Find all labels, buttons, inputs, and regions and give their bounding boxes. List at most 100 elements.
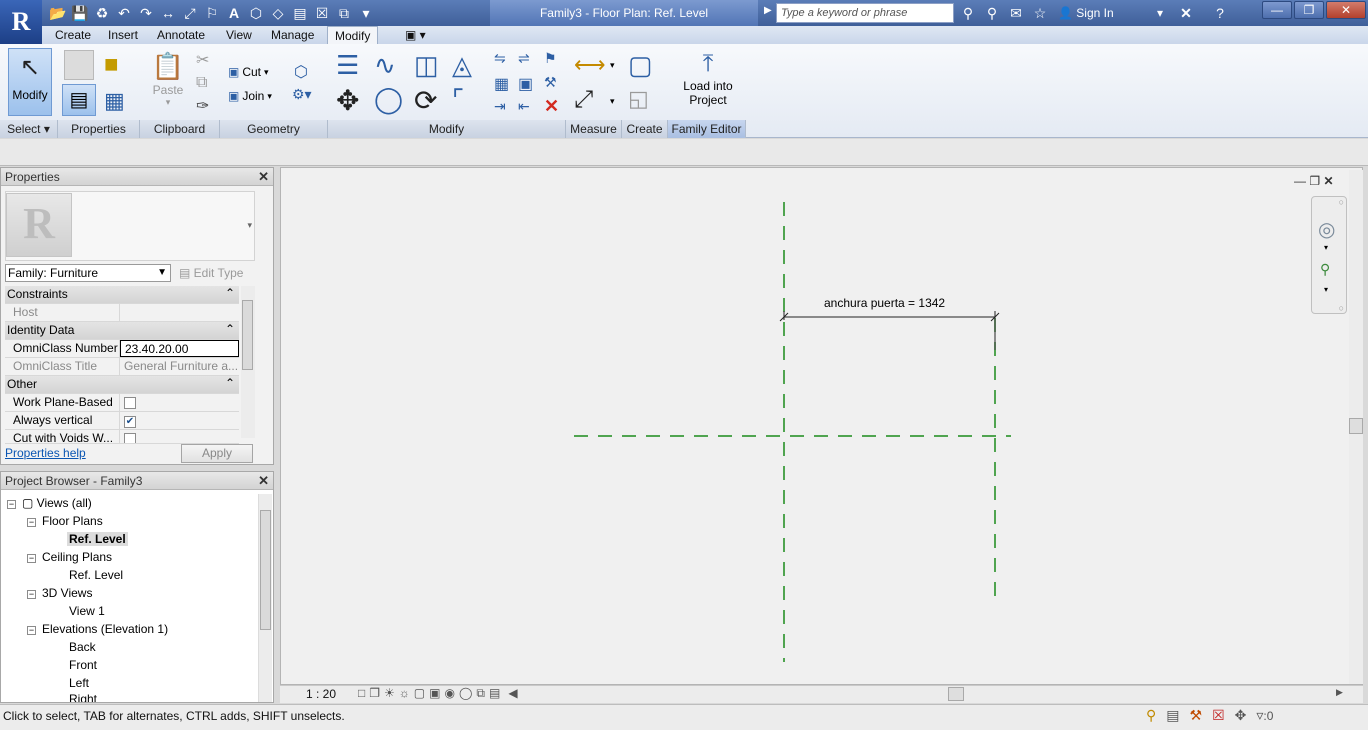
edit-type-button[interactable]: ▤ Edit Type bbox=[179, 264, 243, 282]
communication-icon[interactable]: ✉ bbox=[1006, 3, 1026, 23]
tree-node-ceiling-plans[interactable]: − Ceiling Plans bbox=[5, 548, 257, 566]
qat-dropdown-icon[interactable]: ▾ bbox=[356, 3, 376, 23]
array-icon[interactable]: ▦ bbox=[494, 74, 509, 94]
restore-view-icon[interactable]: ❐ bbox=[1309, 174, 1320, 188]
open-icon[interactable]: 📂 bbox=[48, 3, 68, 23]
zoom-icon[interactable]: ⚲ bbox=[1320, 261, 1330, 278]
steering-wheel-icon[interactable]: ◎ bbox=[1318, 217, 1335, 242]
group-identity-data[interactable]: Identity Data ⌃ bbox=[5, 322, 239, 340]
show-crop-region-icon[interactable]: ▣ bbox=[429, 686, 440, 701]
property-row[interactable]: Cut with Voids W... bbox=[5, 430, 239, 444]
close-view-icon[interactable]: ✕ bbox=[1323, 174, 1333, 188]
cut-with-voids-checkbox[interactable] bbox=[124, 433, 136, 443]
move-icon[interactable]: ✥ bbox=[336, 84, 359, 117]
scroll-left-icon[interactable]: ◀ bbox=[508, 686, 517, 701]
trim-extend-single-icon[interactable]: ⇥ bbox=[494, 98, 506, 115]
copy-element-icon[interactable]: ◯ bbox=[374, 84, 403, 115]
undo-icon[interactable]: ↶ bbox=[114, 3, 134, 23]
reference-planes[interactable] bbox=[574, 202, 1011, 662]
collapse-icon[interactable]: − bbox=[27, 590, 36, 599]
minimize-button[interactable]: — bbox=[1262, 1, 1292, 19]
help-icon[interactable]: ? bbox=[1210, 3, 1230, 23]
cut-geometry-button[interactable]: ▣ Cut ▾ bbox=[228, 62, 269, 82]
property-row[interactable]: Host bbox=[5, 304, 239, 322]
pin-icon[interactable]: ⚒ bbox=[544, 74, 557, 91]
modify-button[interactable]: ↖ Modify bbox=[8, 48, 52, 116]
apply-button[interactable]: Apply bbox=[181, 444, 253, 463]
tab-modify[interactable]: Modify bbox=[327, 26, 379, 44]
dimension-icon[interactable]: ⤢ bbox=[180, 3, 200, 23]
properties-toggle-icon[interactable]: ▤ bbox=[62, 84, 96, 116]
view-scale[interactable]: 1 : 20 bbox=[306, 686, 346, 702]
property-row[interactable]: OmniClass Title General Furniture a... bbox=[5, 358, 239, 376]
drag-elements-icon[interactable]: ✥ bbox=[1235, 707, 1247, 724]
collapse-icon[interactable]: − bbox=[27, 518, 36, 527]
scrollbar-thumb[interactable] bbox=[242, 300, 253, 370]
tree-node-ceiling-plan-ref-level[interactable]: Ref. Level bbox=[5, 566, 257, 584]
measure-dropdown-icon[interactable]: ▾ bbox=[610, 60, 615, 71]
select-underlay-icon[interactable]: ▤ bbox=[1166, 707, 1179, 724]
always-vertical-checkbox[interactable]: ✔ bbox=[124, 416, 136, 428]
property-row[interactable]: Work Plane-Based bbox=[5, 394, 239, 412]
sync-icon[interactable]: ♻ bbox=[92, 3, 112, 23]
vertical-scroll-thumb[interactable] bbox=[1349, 418, 1363, 434]
rotate-icon[interactable]: ⟳ bbox=[414, 84, 437, 117]
property-row[interactable]: Always vertical ✔ bbox=[5, 412, 239, 430]
detail-level-icon[interactable]: □ bbox=[358, 686, 365, 701]
exchange-apps-icon[interactable]: ✕ bbox=[1176, 3, 1196, 23]
tab-manage[interactable]: Manage bbox=[264, 26, 321, 44]
temporary-view-properties-icon[interactable]: ⧉ bbox=[476, 686, 485, 701]
cut-scissors-icon[interactable]: ✂ bbox=[196, 50, 209, 70]
application-menu-button[interactable]: R bbox=[0, 0, 42, 44]
copy-icon[interactable]: ⧉ bbox=[196, 74, 207, 92]
ribbon-minimize-toggle[interactable]: ▣ ▾ bbox=[398, 26, 433, 44]
maximize-button[interactable]: ❐ bbox=[1294, 1, 1324, 19]
family-filter-select[interactable]: Family: Furniture ▼ bbox=[5, 264, 171, 282]
search-expand-icon[interactable]: ▶ bbox=[764, 5, 772, 16]
close-icon[interactable]: ○ bbox=[1339, 197, 1344, 207]
crop-view-icon[interactable]: ▢ bbox=[414, 686, 425, 701]
aligned-dimension-icon[interactable]: ⤢ bbox=[574, 86, 593, 114]
tab-insert[interactable]: Insert bbox=[101, 26, 145, 44]
navbar-options-icon[interactable]: ○ bbox=[1339, 303, 1344, 313]
paste-button[interactable]: 📋 Paste ▾ bbox=[148, 48, 188, 114]
infocenter-search-input[interactable]: Type a keyword or phrase bbox=[776, 3, 954, 23]
offset-icon[interactable]: ∿ bbox=[374, 50, 396, 81]
group-constraints[interactable]: Constraints ⌃ bbox=[5, 286, 239, 304]
tree-node-floor-plans[interactable]: − Floor Plans bbox=[5, 512, 257, 530]
select-panel-label[interactable]: Select ▾ bbox=[0, 120, 58, 138]
wall-joins-icon[interactable]: ⚙▾ bbox=[292, 86, 312, 103]
split-face-icon[interactable]: ⬡ bbox=[294, 62, 308, 82]
dimension-label[interactable]: anchura puerta = 1342 bbox=[824, 296, 945, 310]
select-pinned-icon[interactable]: ⚒ bbox=[1190, 707, 1203, 724]
split-gap-icon[interactable]: ⇌ bbox=[518, 50, 530, 67]
default-3d-view-icon[interactable]: ⬡ bbox=[246, 3, 266, 23]
tree-node-elevation-front[interactable]: Front bbox=[5, 656, 257, 674]
unpin-icon[interactable]: ⚑ bbox=[544, 50, 557, 67]
align-icon[interactable]: ☰ bbox=[336, 50, 359, 81]
tree-node-elevation-back[interactable]: Back bbox=[5, 638, 257, 656]
sign-in-button[interactable]: 👤 Sign In ▾ bbox=[1058, 3, 1163, 23]
save-icon[interactable]: 💾 bbox=[70, 3, 90, 23]
select-links-icon[interactable]: ⚲ bbox=[1146, 707, 1156, 724]
visual-style-icon[interactable]: ❐ bbox=[369, 686, 380, 701]
family-category-icon[interactable] bbox=[64, 50, 94, 80]
scrollbar-thumb[interactable] bbox=[260, 510, 271, 630]
minimize-view-icon[interactable]: — bbox=[1294, 174, 1306, 188]
filter-icon[interactable]: ▿:0 bbox=[1256, 707, 1273, 724]
redo-icon[interactable]: ↷ bbox=[136, 3, 156, 23]
text-icon[interactable]: A bbox=[224, 3, 244, 23]
measure-between-references-icon[interactable]: ⟷ bbox=[574, 52, 606, 78]
switch-windows-icon[interactable]: ⧉ bbox=[334, 3, 354, 23]
group-other[interactable]: Other ⌃ bbox=[5, 376, 239, 394]
tree-node-elevation-right[interactable]: Right bbox=[5, 692, 257, 702]
collapse-icon[interactable]: − bbox=[7, 500, 16, 509]
thin-lines-icon[interactable]: ▤ bbox=[290, 3, 310, 23]
close-icon[interactable]: ✕ bbox=[258, 472, 269, 490]
binoculars-icon[interactable]: ⚲ bbox=[958, 3, 978, 23]
favorites-star-icon[interactable]: ☆ bbox=[1030, 3, 1050, 23]
collapse-icon[interactable]: − bbox=[27, 554, 36, 563]
measure-icon[interactable]: ↔ bbox=[158, 3, 178, 23]
close-button[interactable]: ✕ bbox=[1326, 1, 1366, 19]
trim-extend-multiple-icon[interactable]: ⇤ bbox=[518, 98, 530, 115]
